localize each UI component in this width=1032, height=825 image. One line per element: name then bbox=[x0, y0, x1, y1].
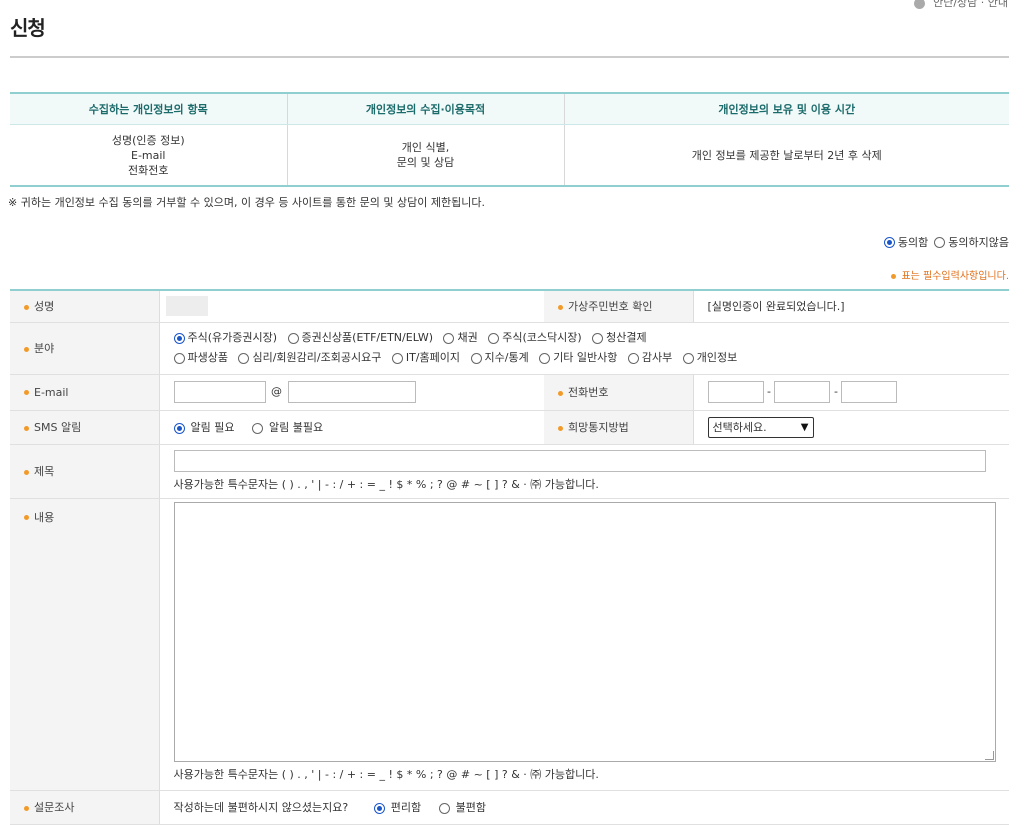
email-domain-input[interactable] bbox=[287, 381, 416, 403]
required-dot-icon bbox=[24, 469, 29, 475]
field-option[interactable]: 청산결제 bbox=[592, 328, 647, 348]
agree-label[interactable]: 동의함 bbox=[898, 234, 928, 250]
field-radio[interactable] bbox=[443, 332, 455, 344]
privacy-header-purpose: 개인정보의 수집·이용목적 bbox=[286, 92, 564, 125]
privacy-retention-cell: 개인 정보를 제공한 날로부터 2년 후 삭제 bbox=[563, 124, 1009, 187]
field-radio[interactable] bbox=[682, 352, 694, 364]
field-option[interactable]: 개인정보 bbox=[682, 348, 737, 368]
notify-label: 희망통지방법 bbox=[544, 410, 694, 445]
field-radio[interactable] bbox=[391, 352, 403, 364]
phone-part3-input[interactable] bbox=[841, 381, 898, 403]
required-dot-icon bbox=[24, 515, 29, 520]
inquiry-form: 성명 가상주민번호 확인 [실명인증이 완료되었습니다.] 분야 주식(유가증권… bbox=[10, 289, 1009, 825]
field-radio[interactable] bbox=[287, 332, 299, 344]
subject-label: 제목 bbox=[10, 444, 160, 499]
field-radio[interactable] bbox=[470, 352, 482, 364]
notify-value: 선택하세요. ▼ bbox=[693, 410, 1009, 445]
required-dot-icon bbox=[891, 273, 897, 279]
field-option[interactable]: 심리/회원감리/조회공시요구 bbox=[238, 348, 381, 368]
field-radio[interactable] bbox=[173, 332, 185, 344]
field-option[interactable]: 채권 bbox=[443, 328, 478, 348]
required-dot-icon bbox=[558, 390, 563, 396]
sms-option-unneeded[interactable]: 알림 불필요 bbox=[251, 419, 323, 435]
disagree-radio[interactable] bbox=[934, 236, 946, 248]
privacy-purpose-cell: 개인 식별, 문의 및 상담 bbox=[286, 124, 564, 187]
name-value bbox=[159, 289, 544, 323]
required-dot-icon bbox=[24, 425, 29, 431]
email-label: E-mail bbox=[10, 374, 160, 411]
field-option[interactable]: 주식(유가증권시장) bbox=[173, 328, 277, 348]
field-radio[interactable] bbox=[488, 332, 500, 344]
page-title: 신청 bbox=[10, 16, 46, 40]
survey-label: 설문조사 bbox=[10, 790, 160, 825]
privacy-header-items: 수집하는 개인정보의 항목 bbox=[10, 92, 287, 125]
home-icon bbox=[914, 0, 926, 9]
required-dot-icon bbox=[24, 304, 29, 310]
content-label: 내용 bbox=[10, 498, 160, 791]
field-option[interactable]: 지수/통계 bbox=[470, 348, 529, 368]
privacy-table: 수집하는 개인정보의 항목 개인정보의 수집·이용목적 개인정보의 보유 및 이… bbox=[10, 92, 1009, 187]
sms-label: SMS 알림 bbox=[10, 410, 160, 445]
subject-value: 사용가능한 특수문자는 ( ) . , ' | - : / + : = _ ! … bbox=[159, 444, 1009, 499]
field-option[interactable]: 증권신상품(ETF/ETN/ELW) bbox=[287, 328, 433, 348]
title-divider bbox=[10, 56, 1009, 58]
verify-status: [실명인증이 완료되었습니다.] bbox=[693, 289, 1009, 323]
breadcrumb: 안단/상담 · 안내 bbox=[914, 0, 1008, 10]
survey-radio[interactable] bbox=[373, 802, 385, 814]
sms-radio[interactable] bbox=[173, 422, 185, 434]
privacy-items-cell: 성명(인증 정보) E-mail 전화전호 bbox=[10, 124, 287, 187]
required-dot-icon bbox=[558, 304, 563, 310]
phone-value: - - bbox=[693, 374, 1009, 411]
content-value: 사용가능한 특수문자는 ( ) . , ' | - : / + : = _ ! … bbox=[159, 498, 1009, 791]
field-option[interactable]: 기타 일반사항 bbox=[539, 348, 617, 368]
field-option[interactable]: IT/홈페이지 bbox=[391, 348, 460, 368]
field-radio[interactable] bbox=[173, 352, 185, 364]
email-local-input[interactable] bbox=[173, 381, 266, 403]
survey-option-convenient[interactable]: 편리함 bbox=[373, 799, 421, 815]
content-hint: 사용가능한 특수문자는 ( ) . , ' | - : / + : = _ ! … bbox=[173, 768, 599, 781]
sms-option-needed[interactable]: 알림 필요 bbox=[173, 419, 234, 435]
survey-value: 작성하는데 불편하시지 않으셨는지요? 편리함 불편함 bbox=[159, 790, 1009, 825]
sms-radio[interactable] bbox=[251, 422, 263, 434]
field-radio[interactable] bbox=[539, 352, 551, 364]
survey-option-inconvenient[interactable]: 불편함 bbox=[438, 799, 486, 815]
required-note: 표는 필수입력사항입니다. bbox=[891, 267, 1009, 282]
verify-label: 가상주민번호 확인 bbox=[544, 289, 694, 323]
field-option[interactable]: 파생상품 bbox=[173, 348, 228, 368]
resize-handle-icon[interactable] bbox=[984, 751, 994, 760]
content-textarea[interactable] bbox=[173, 502, 996, 762]
field-option[interactable]: 주식(코스닥시장) bbox=[488, 328, 582, 348]
disagree-label[interactable]: 동의하지않음 bbox=[948, 234, 1009, 250]
phone-part1-input[interactable] bbox=[707, 381, 764, 403]
required-dot-icon bbox=[558, 425, 563, 431]
privacy-notice: ※ 귀하는 개인정보 수집 동의를 거부할 수 있으며, 이 경우 등 사이트를… bbox=[8, 196, 485, 209]
required-dot-icon bbox=[24, 805, 29, 811]
privacy-consent: 동의함 동의하지않음 bbox=[883, 234, 1009, 250]
field-option[interactable]: 감사부 bbox=[627, 348, 672, 368]
survey-radio[interactable] bbox=[438, 802, 450, 814]
chevron-down-icon: ▼ bbox=[800, 421, 809, 433]
privacy-header-retention: 개인정보의 보유 및 이용 시간 bbox=[563, 92, 1009, 125]
field-radio[interactable] bbox=[627, 352, 639, 364]
phone-part2-input[interactable] bbox=[774, 381, 831, 403]
field-radio[interactable] bbox=[238, 352, 250, 364]
name-label: 성명 bbox=[10, 289, 160, 323]
phone-label: 전화번호 bbox=[544, 374, 694, 411]
subject-input[interactable] bbox=[173, 450, 986, 472]
email-value: @ bbox=[159, 374, 544, 411]
field-label: 분야 bbox=[10, 322, 160, 375]
field-options: 주식(유가증권시장) 증권신상품(ETF/ETN/ELW) 채권 주식(코스닥시… bbox=[159, 322, 1009, 375]
agree-radio[interactable] bbox=[883, 236, 895, 248]
required-dot-icon bbox=[24, 390, 29, 395]
survey-question: 작성하는데 불편하시지 않으셨는지요? bbox=[173, 801, 349, 814]
notify-select[interactable]: 선택하세요. ▼ bbox=[707, 416, 814, 438]
field-radio[interactable] bbox=[592, 332, 604, 344]
subject-hint: 사용가능한 특수문자는 ( ) . , ' | - : / + : = _ ! … bbox=[173, 478, 599, 491]
sms-options: 알림 필요 알림 불필요 bbox=[159, 410, 544, 445]
required-dot-icon bbox=[24, 346, 29, 352]
name-masked bbox=[165, 296, 208, 317]
